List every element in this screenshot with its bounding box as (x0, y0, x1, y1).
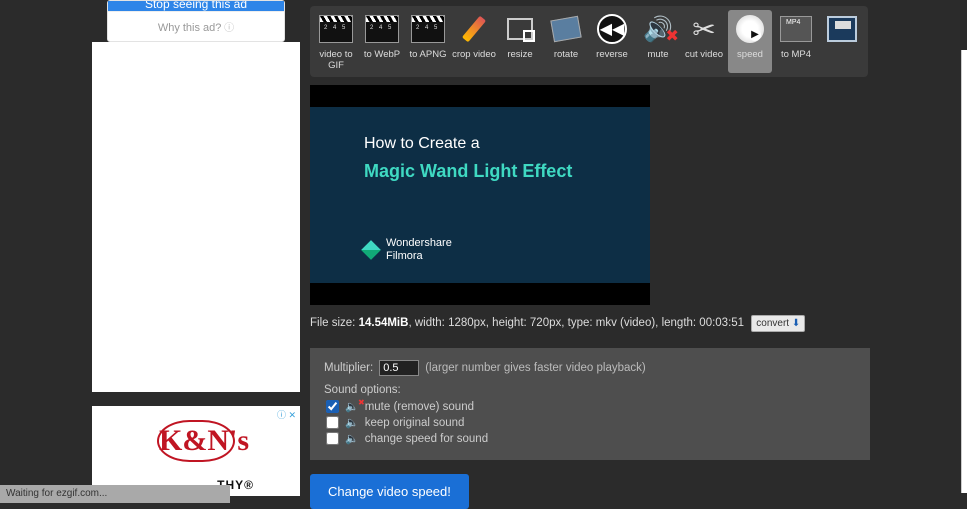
tool-rotate[interactable]: rotate (544, 10, 588, 73)
clapper-icon (319, 15, 353, 43)
tool-to-mp4[interactable]: to MP4 (774, 10, 818, 73)
mp4-icon (780, 16, 812, 42)
sound-muted-icon: 🔈 (345, 400, 359, 413)
video-title-line1: How to Create a (364, 135, 650, 153)
tool-mute[interactable]: 🔊mute (636, 10, 680, 73)
multiplier-label: Multiplier: (324, 362, 373, 374)
ad-placeholder (92, 42, 300, 392)
why-ad-link[interactable]: Why this ad? (108, 11, 284, 41)
sound-options-header: Sound options: (324, 384, 856, 396)
ad-control-box: Stop seeing this ad Why this ad? (107, 0, 285, 42)
sound-icon: 🔈 (345, 432, 359, 445)
kn-logo: K&N's (157, 420, 235, 462)
opt-mute-checkbox[interactable] (326, 400, 339, 413)
opt-mute-label: mute (remove) sound (365, 401, 474, 413)
file-size: 14.54MiB (359, 317, 409, 329)
ad-banner[interactable]: ⓘ ✕ K&N's .THY® (92, 406, 300, 496)
main-content: video to GIF to WebP to APNG crop video … (310, 0, 967, 509)
rotate-icon (550, 16, 581, 43)
clapper-icon (365, 15, 399, 43)
tool-cut-video[interactable]: ✂cut video (682, 10, 726, 73)
file-info: File size: 14.54MiB, width: 1280px, heig… (310, 315, 967, 332)
options-panel: Multiplier: (larger number gives faster … (310, 348, 870, 460)
sound-icon: 🔈 (345, 416, 359, 429)
mute-icon: 🔊 (643, 15, 673, 44)
wondershare-icon (361, 240, 381, 260)
opt-keep-label: keep original sound (365, 417, 465, 429)
save-icon (827, 16, 857, 42)
stop-ad-button[interactable]: Stop seeing this ad (108, 1, 284, 11)
scissors-icon: ✂ (692, 13, 715, 46)
convert-button[interactable]: convert (751, 315, 805, 332)
tool-to-webp[interactable]: to WebP (360, 10, 404, 73)
video-preview[interactable]: How to Create a Magic Wand Light Effect … (310, 85, 650, 305)
tool-video-to-gif[interactable]: video to GIF (314, 10, 358, 73)
clapper-icon (411, 15, 445, 43)
tool-resize[interactable]: resize (498, 10, 542, 73)
ad-close-icon[interactable]: ⓘ ✕ (277, 408, 296, 421)
opt-change-label: change speed for sound (365, 433, 488, 445)
browser-status-bar: Waiting for ezgif.com... (0, 485, 230, 503)
tool-reverse[interactable]: ◀◀reverse (590, 10, 634, 73)
pencil-icon (462, 16, 486, 43)
reverse-icon: ◀◀ (597, 14, 627, 44)
tool-speed[interactable]: speed (728, 10, 772, 73)
video-brand: WondershareFilmora (386, 237, 452, 263)
tool-save[interactable] (820, 10, 864, 73)
video-frame: How to Create a Magic Wand Light Effect … (310, 107, 650, 283)
scrollbar[interactable] (961, 50, 967, 493)
opt-keep-checkbox[interactable] (326, 416, 339, 429)
multiplier-input[interactable] (379, 360, 419, 376)
multiplier-hint: (larger number gives faster video playba… (425, 362, 646, 374)
submit-button[interactable]: Change video speed! (310, 474, 469, 509)
resize-icon (507, 18, 533, 40)
opt-change-checkbox[interactable] (326, 432, 339, 445)
tool-to-apng[interactable]: to APNG (406, 10, 450, 73)
video-title-line2: Magic Wand Light Effect (364, 161, 650, 182)
speed-icon (735, 14, 765, 44)
toolbar: video to GIF to WebP to APNG crop video … (310, 6, 868, 77)
tool-crop-video[interactable]: crop video (452, 10, 496, 73)
left-sidebar: Stop seeing this ad Why this ad? ⓘ ✕ K&N… (92, 0, 300, 496)
